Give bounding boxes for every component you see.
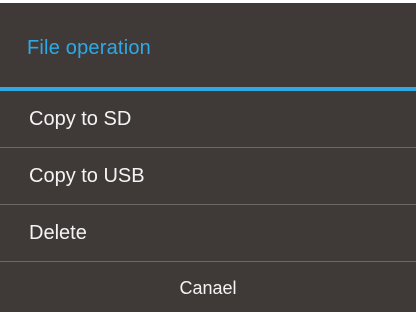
dialog-header: File operation [0,3,416,87]
cancel-label: Canael [179,278,237,298]
delete-label: Delete [29,222,87,244]
copy-to-sd-option[interactable]: Copy to SD [0,91,416,147]
cancel-button[interactable]: Canael [0,262,416,312]
delete-option[interactable]: Delete [0,205,416,261]
copy-to-usb-option[interactable]: Copy to USB [0,148,416,204]
file-operation-dialog: File operation Copy to SD Copy to USB De… [0,3,416,312]
dialog-title: File operation [27,37,151,59]
copy-to-usb-label: Copy to USB [29,165,145,187]
copy-to-sd-label: Copy to SD [29,108,132,130]
